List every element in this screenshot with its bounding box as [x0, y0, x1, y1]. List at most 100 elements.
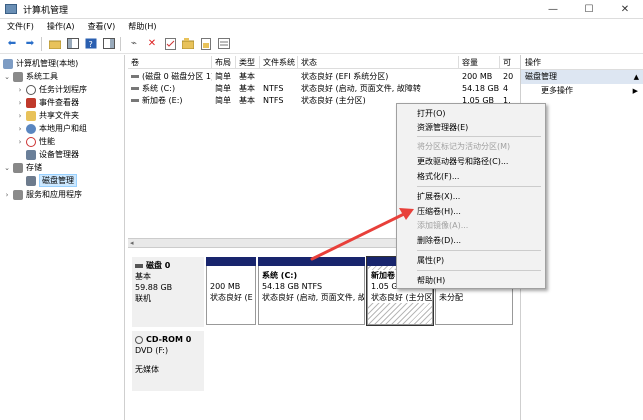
maximize-button[interactable]: ☐ [571, 0, 607, 19]
show-hide-icon[interactable] [101, 36, 117, 52]
chevron-right-icon[interactable]: › [3, 191, 11, 199]
cell-capacity: 200 MB [462, 72, 493, 81]
more-actions-item[interactable]: 更多操作 ▶ [521, 84, 643, 98]
chevron-right-icon[interactable]: › [16, 99, 24, 107]
cdrom-icon [135, 335, 143, 344]
document-icon[interactable] [198, 36, 214, 52]
cell-layout: 简单 [215, 72, 231, 81]
collapse-up-icon[interactable]: ▲ [634, 70, 639, 84]
partition-status: 状态良好 (启动, 页面文件, 故障转储, 主 [262, 293, 364, 302]
tree-item-performance[interactable]: › 性能 [16, 135, 55, 148]
tree-item-event-viewer[interactable]: › 事件查看器 [16, 96, 79, 109]
chevron-right-icon[interactable]: › [16, 125, 24, 133]
table-row[interactable]: (磁盘 0 磁盘分区 1) 简单 基本 状态良好 (EFI 系统分区) 200 … [128, 71, 520, 82]
menu-file[interactable]: 文件(F) [7, 21, 34, 32]
cell-volume: (磁盘 0 磁盘分区 1) [142, 72, 212, 81]
chevron-right-icon[interactable]: › [16, 86, 24, 94]
partition-status: 状态良好 (E [210, 293, 253, 302]
menu-item-open[interactable]: 打开(O) [397, 107, 545, 120]
actions-section-disk-management[interactable]: 磁盘管理 ▲ [521, 70, 643, 84]
storage-icon [13, 162, 23, 173]
menu-item-properties[interactable]: 属性(P) [397, 254, 545, 267]
chevron-right-icon[interactable]: › [16, 112, 24, 120]
menu-item-extend-volume[interactable]: 扩展卷(X)... [397, 190, 545, 203]
column-header-capacity[interactable]: 容量 [459, 56, 500, 69]
menu-item-delete-volume[interactable]: 删除卷(D)... [397, 234, 545, 247]
cdrom-name: CD-ROM 0 [146, 335, 192, 344]
tree-item-disk-management[interactable]: 磁盘管理 [24, 174, 77, 187]
column-header-layout[interactable]: 布局 [212, 56, 236, 69]
toolbar-separator [120, 36, 121, 51]
menu-separator [417, 250, 541, 251]
checklist-icon[interactable] [162, 36, 178, 52]
table-row[interactable]: 系统 (C:) 简单 基本 NTFS 状态良好 (启动, 页面文件, 故障转 5… [128, 83, 520, 94]
chevron-right-icon[interactable]: › [16, 138, 24, 146]
volume-icon [131, 75, 139, 78]
menu-view[interactable]: 查看(V) [88, 21, 116, 32]
menu-help[interactable]: 帮助(H) [128, 21, 156, 32]
tree-item-local-users[interactable]: › 本地用户和组 [16, 122, 87, 135]
tree-item-system-tools[interactable]: ⌄ 系统工具 [3, 70, 58, 83]
tree-item-label: 事件查看器 [39, 98, 79, 107]
menu-item-shrink-volume[interactable]: 压缩卷(H)... [397, 205, 545, 218]
menu-action[interactable]: 操作(A) [47, 21, 75, 32]
column-header-free[interactable]: 可 [500, 56, 520, 69]
cell-filesystem: NTFS [263, 96, 284, 105]
menu-item-explore[interactable]: 资源管理器(E) [397, 121, 545, 134]
column-header-filesystem[interactable]: 文件系统 [260, 56, 298, 69]
open-folder-icon[interactable] [180, 36, 196, 52]
tree-item-label: 存储 [26, 163, 42, 172]
cell-type: 基本 [239, 72, 255, 81]
menu-item-format[interactable]: 格式化(F)... [397, 170, 545, 183]
cdrom-0-label[interactable]: CD-ROM 0 DVD (F:) 无媒体 [132, 331, 204, 391]
column-header-volume[interactable]: 卷 [128, 56, 212, 69]
chevron-down-icon[interactable]: ⌄ [3, 73, 11, 81]
clock-icon [26, 84, 36, 95]
menu-item-change-drive-letter[interactable]: 更改驱动器号和路径(C)... [397, 155, 545, 168]
cell-filesystem [260, 71, 298, 82]
disk-size: 59.88 GB [135, 283, 173, 292]
cell-free: 4 [503, 84, 509, 93]
disk-name: 磁盘 0 [146, 261, 171, 270]
tree-item-label: 设备管理器 [39, 150, 79, 159]
cell-layout: 简单 [215, 96, 231, 105]
cell-status: 状态良好 (启动, 页面文件, 故障转 [301, 84, 421, 93]
delete-icon[interactable]: ✕ [144, 36, 160, 52]
scroll-left-icon[interactable]: ◂ [130, 239, 134, 247]
console-tree-icon[interactable] [65, 36, 81, 52]
column-header-status[interactable]: 状态 [298, 56, 459, 69]
up-folder-icon[interactable] [47, 36, 63, 52]
menu-item-add-mirror: 添加镜像(A)... [417, 221, 469, 230]
tree-item-storage[interactable]: ⌄ 存储 [3, 161, 42, 174]
partition-system-c[interactable]: 系统 (C:) 54.18 GB NTFS 状态良好 (启动, 页面文件, 故障… [258, 257, 365, 325]
tree-item-label: 计算机管理(本地) [16, 59, 79, 68]
cell-layout: 简单 [215, 84, 231, 93]
menu-item-mark-active: 将分区标记为活动分区(M) [417, 142, 511, 151]
chevron-down-icon[interactable]: ⌄ [3, 164, 11, 172]
tree-item-label: 性能 [39, 137, 55, 146]
help-icon[interactable]: ? [83, 36, 99, 52]
cell-type: 基本 [239, 84, 255, 93]
close-button[interactable]: ✕ [607, 0, 643, 19]
menu-separator [417, 136, 541, 137]
partition-bar [258, 257, 365, 266]
tree-item-root[interactable]: 计算机管理(本地) [3, 57, 78, 70]
column-header-type[interactable]: 类型 [236, 56, 260, 69]
partition-efi[interactable]: 200 MB 状态良好 (E [206, 257, 256, 325]
minimize-button[interactable]: — [535, 0, 571, 19]
back-arrow-icon[interactable]: ⬅ [4, 36, 20, 52]
partition-name [207, 270, 255, 281]
computer-icon [3, 58, 13, 69]
tree-item-device-manager[interactable]: 设备管理器 [24, 148, 79, 161]
properties-icon[interactable] [216, 36, 232, 52]
forward-arrow-icon[interactable]: ➡ [22, 36, 38, 52]
tree-item-task-scheduler[interactable]: › 任务计划程序 [16, 83, 87, 96]
connect-icon[interactable]: ⌁ [126, 36, 142, 52]
tree-item-shared-folders[interactable]: › 共享文件夹 [16, 109, 79, 122]
menu-item-help[interactable]: 帮助(H) [397, 274, 545, 287]
toolbar-separator [41, 36, 42, 51]
disk-0-label[interactable]: 磁盘 0 基本 59.88 GB 联机 [132, 257, 204, 327]
partition-size: 200 MB [210, 282, 241, 291]
partition-status: 状态良好 (主分区 [368, 292, 432, 303]
tree-item-services[interactable]: › 服务和应用程序 [3, 188, 82, 201]
